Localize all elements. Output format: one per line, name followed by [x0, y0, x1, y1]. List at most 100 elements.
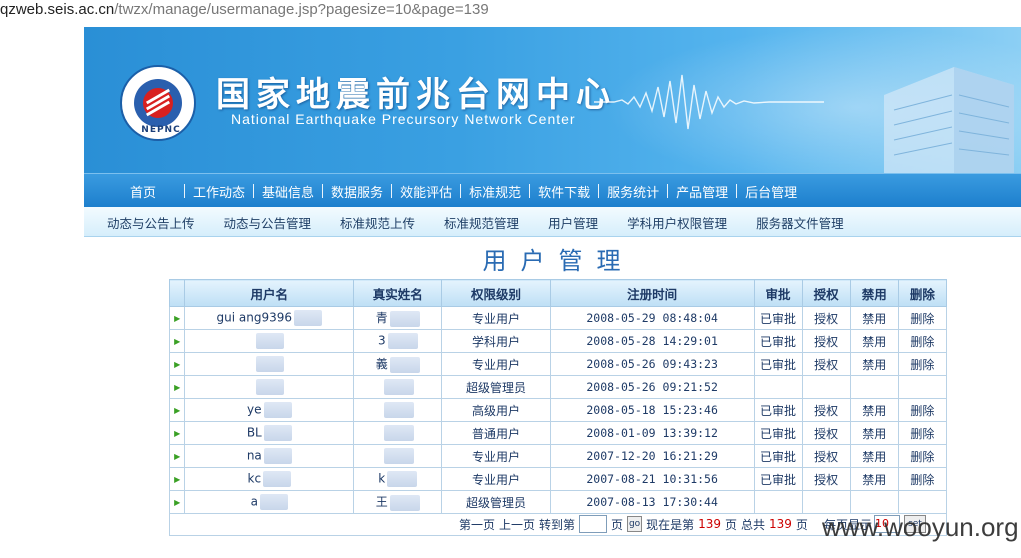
approve-link-cell: [753, 490, 803, 514]
delete-link-cell: [897, 490, 948, 514]
authorize-link-cell: [801, 375, 851, 399]
subnav-server-files[interactable]: 服务器文件管理: [756, 213, 844, 232]
delete-link[interactable]: 删除: [910, 404, 934, 418]
row-arrow-icon: ▶: [168, 467, 186, 491]
redaction-mask: [256, 379, 285, 395]
redaction-mask: [294, 310, 323, 326]
disable-link[interactable]: 禁用: [862, 404, 886, 418]
row-arrow-icon: ▶: [168, 444, 186, 468]
seismic-wave-graphic: [594, 74, 824, 130]
total-pages-suffix: 页: [795, 517, 808, 532]
authorize-link[interactable]: 授权: [814, 404, 838, 418]
cell-regtime-cell: 2008-05-29 08:48:04: [549, 306, 755, 330]
cell-username-cell: kc: [184, 467, 355, 491]
cell-realname-cell: [353, 444, 443, 468]
nav-item-software[interactable]: 软件下载: [538, 182, 590, 201]
disable-link[interactable]: 禁用: [862, 473, 886, 487]
disable-link[interactable]: 禁用: [862, 358, 886, 372]
cell-regtime-cell: 2007-12-20 16:21:29: [549, 444, 755, 468]
header-authorize: 授权: [801, 279, 851, 307]
delete-link[interactable]: 删除: [910, 427, 934, 441]
table-row: ▶ 超级管理员 2008-05-26 09:21:52: [168, 375, 948, 399]
disable-link[interactable]: 禁用: [862, 312, 886, 326]
cell-level-cell: 超级管理员: [441, 490, 551, 514]
subnav-news-manage[interactable]: 动态与公告管理: [224, 213, 312, 232]
approve-link[interactable]: 已审批: [760, 450, 796, 464]
table-row: ▶ BL 普通用户 2008-01-09 13:39:12 已审批 授权 禁用 删除: [168, 421, 948, 445]
redaction-mask: [256, 356, 285, 372]
nav-item-work-news[interactable]: 工作动态: [193, 182, 245, 201]
cell-regtime-cell: 2008-05-18 15:23:46: [549, 398, 755, 422]
delete-link-cell: 删除: [897, 329, 948, 353]
nav-item-data-service[interactable]: 数据服务: [331, 182, 383, 201]
cell-realname-cell: k: [353, 467, 443, 491]
cell-regtime: 2007-12-20 16:21:29: [586, 449, 718, 463]
cell-regtime-cell: 2008-05-26 09:43:23: [549, 352, 755, 376]
authorize-link[interactable]: 授权: [814, 473, 838, 487]
header-arrow-col: [168, 279, 186, 307]
disable-link[interactable]: 禁用: [862, 450, 886, 464]
authorize-link[interactable]: 授权: [814, 427, 838, 441]
authorize-link[interactable]: 授权: [814, 312, 838, 326]
delete-link[interactable]: 删除: [910, 358, 934, 372]
cell-regtime: 2008-01-09 13:39:12: [586, 426, 718, 440]
nav-item-products[interactable]: 产品管理: [676, 182, 728, 201]
nav-item-evaluation[interactable]: 效能评估: [400, 182, 452, 201]
delete-link[interactable]: 删除: [910, 450, 934, 464]
first-page-link[interactable]: 第一页: [459, 516, 495, 533]
approve-link[interactable]: 已审批: [760, 312, 796, 326]
address-bar[interactable]: qzweb.seis.ac.cn/twzx/manage/usermanage.…: [0, 0, 1021, 22]
nav-separator: [184, 184, 186, 198]
authorize-link[interactable]: 授权: [814, 450, 838, 464]
authorize-link[interactable]: 授权: [814, 335, 838, 349]
nav-item-statistics[interactable]: 服务统计: [607, 182, 659, 201]
disable-link[interactable]: 禁用: [862, 427, 886, 441]
delete-link[interactable]: 删除: [910, 312, 934, 326]
subnav-news-upload[interactable]: 动态与公告上传: [107, 213, 195, 232]
cell-level: 学科用户: [472, 334, 521, 349]
site-title-cn: 国家地震前兆台网中心: [216, 75, 616, 115]
delete-link[interactable]: 删除: [910, 335, 934, 349]
approve-link-cell: 已审批: [753, 352, 803, 376]
cell-realname-cell: [353, 398, 443, 422]
cell-realname: 3: [377, 333, 386, 348]
cell-regtime-cell: 2008-05-28 14:29:01: [549, 329, 755, 353]
cell-username-cell: BL: [184, 421, 355, 445]
cell-regtime: 2008-05-28 14:29:01: [586, 334, 718, 348]
nav-separator: [736, 184, 738, 198]
header-level: 权限级别: [441, 279, 551, 307]
authorize-link[interactable]: 授权: [814, 358, 838, 372]
subnav-user-manage[interactable]: 用户管理: [548, 213, 598, 232]
cell-level: 专业用户: [472, 472, 521, 487]
row-arrow-icon: ▶: [168, 329, 186, 353]
go-button[interactable]: go: [627, 516, 643, 532]
approve-link-cell: 已审批: [753, 444, 803, 468]
approve-link[interactable]: 已审批: [760, 358, 796, 372]
header-username: 用户名: [184, 279, 355, 307]
authorize-link-cell: 授权: [801, 444, 851, 468]
subnav-standards-upload[interactable]: 标准规范上传: [340, 213, 415, 232]
cell-username-cell: gui ang9396: [184, 306, 355, 330]
nav-item-standards[interactable]: 标准规范: [469, 182, 521, 201]
subnav-permission-manage[interactable]: 学科用户权限管理: [627, 213, 727, 232]
approve-link[interactable]: 已审批: [760, 404, 796, 418]
cell-level: 专业用户: [472, 357, 521, 372]
url-host: qzweb.seis.ac.cn: [0, 1, 115, 18]
nav-item-basic-info[interactable]: 基础信息: [262, 182, 314, 201]
goto-suffix: 页: [611, 517, 624, 532]
disable-link[interactable]: 禁用: [862, 335, 886, 349]
disable-link-cell: 禁用: [849, 467, 899, 491]
nav-item-home[interactable]: 首页: [130, 182, 156, 201]
disable-link-cell: [849, 375, 899, 399]
cell-level: 高级用户: [472, 403, 521, 418]
delete-link[interactable]: 删除: [910, 473, 934, 487]
subnav-standards-manage[interactable]: 标准规范管理: [444, 213, 519, 232]
approve-link[interactable]: 已审批: [760, 427, 796, 441]
cell-level: 普通用户: [472, 426, 521, 441]
page-number-input[interactable]: [579, 515, 608, 533]
nav-item-admin[interactable]: 后台管理: [745, 182, 797, 201]
approve-link[interactable]: 已审批: [760, 473, 796, 487]
prev-page-link[interactable]: 上一页: [499, 516, 535, 533]
approve-link[interactable]: 已审批: [760, 335, 796, 349]
total-pages-number: 139: [769, 517, 792, 531]
